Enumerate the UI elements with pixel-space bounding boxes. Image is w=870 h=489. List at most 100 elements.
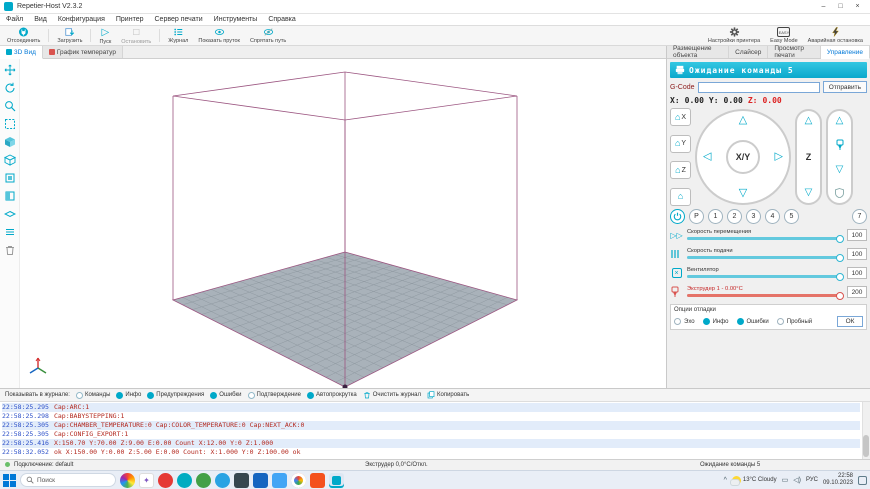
jog-y-plus-button[interactable]: △ xyxy=(739,115,747,126)
copy-log-button[interactable]: Копировать xyxy=(427,391,469,399)
extrude-button[interactable]: ▽ xyxy=(836,165,844,175)
taskbar-app-icon[interactable] xyxy=(234,473,249,488)
tab-3d-view[interactable]: 3D Вид xyxy=(0,46,43,59)
close-button[interactable]: × xyxy=(849,0,866,13)
z-up-button[interactable]: △ xyxy=(805,116,813,126)
printer-settings-button[interactable]: Настройки принтера xyxy=(703,26,765,45)
taskbar-app-icon[interactable] xyxy=(310,473,325,488)
tab-slicer[interactable]: Слайсер xyxy=(729,46,768,58)
side-view-button[interactable] xyxy=(2,188,17,203)
start-button[interactable]: ▷ Пуск xyxy=(94,26,116,45)
send-button[interactable]: Отправить xyxy=(823,81,867,93)
volume-icon[interactable]: ◁) xyxy=(793,476,801,484)
menu-view[interactable]: Вид xyxy=(34,16,47,23)
log-toggle-button[interactable]: Журнал xyxy=(163,26,193,45)
gcode-input[interactable] xyxy=(698,82,820,93)
filter-commands[interactable]: Команды xyxy=(76,392,110,399)
show-filament-button[interactable]: Показать пруток xyxy=(193,26,245,45)
menu-file[interactable]: Файл xyxy=(6,16,23,23)
layers-button[interactable] xyxy=(2,224,17,239)
taskbar-app-icon[interactable] xyxy=(215,473,230,488)
home-x-button[interactable]: ⌂X xyxy=(670,108,691,126)
travel-speed-value[interactable]: 100 xyxy=(847,229,867,241)
extruder-temp-slider[interactable] xyxy=(687,294,843,297)
start-button[interactable] xyxy=(3,474,16,487)
filter-errors[interactable]: Ошибки xyxy=(210,392,241,399)
filter-autoscroll[interactable]: Автопрокрутка xyxy=(307,392,357,399)
quick-button-1[interactable]: 1 xyxy=(708,209,723,224)
flow-rate-slider[interactable] xyxy=(687,256,843,259)
retract-button[interactable]: △ xyxy=(836,116,844,126)
info-toggle[interactable] xyxy=(703,318,710,325)
taskbar-app-icon[interactable] xyxy=(253,473,268,488)
scrollbar-thumb[interactable] xyxy=(863,435,869,457)
taskbar-app-icon[interactable] xyxy=(158,473,173,488)
taskbar-app-icon[interactable] xyxy=(196,473,211,488)
slider-knob[interactable] xyxy=(836,292,844,300)
taskbar-app-icon[interactable] xyxy=(272,473,287,488)
jog-x-minus-button[interactable]: ◁ xyxy=(703,152,711,163)
tab-object-placement[interactable]: Размещение объекта xyxy=(667,46,729,58)
emergency-stop-button[interactable]: Аварийная остановка xyxy=(803,26,868,45)
top-view-button[interactable] xyxy=(2,152,17,167)
z-down-button[interactable]: ▽ xyxy=(805,188,813,198)
move-view-button[interactable] xyxy=(2,62,17,77)
home-z-button[interactable]: ⌂Z xyxy=(670,161,691,179)
viewport-3d[interactable] xyxy=(0,59,666,388)
hide-travel-button[interactable]: Спрятать путь xyxy=(245,26,291,45)
jog-x-plus-button[interactable]: ▷ xyxy=(775,152,783,163)
tray-expand-chevron[interactable]: ^ xyxy=(724,477,727,484)
load-button[interactable]: Загрузить xyxy=(52,26,87,45)
dry-run-toggle[interactable] xyxy=(777,318,784,325)
ok-button[interactable]: ОК xyxy=(837,316,863,327)
taskbar-app-repetier[interactable] xyxy=(329,473,344,488)
stop-button[interactable]: □ Остановить xyxy=(116,26,156,45)
menu-printer[interactable]: Принтер xyxy=(116,16,144,23)
taskbar-app-icon[interactable] xyxy=(291,473,306,488)
tab-print-preview[interactable]: Просмотр печати xyxy=(768,46,821,58)
quick-button-2[interactable]: 2 xyxy=(727,209,742,224)
quick-button-4[interactable]: 4 xyxy=(765,209,780,224)
quick-button-7[interactable]: 7 xyxy=(852,209,867,224)
home-all-button[interactable]: ⌂ xyxy=(670,188,691,206)
language-indicator[interactable]: РУС xyxy=(806,477,818,483)
easy-mode-button[interactable]: EASY Easy Mode xyxy=(765,26,803,45)
slider-knob[interactable] xyxy=(836,235,844,243)
clear-log-button[interactable]: Очистить журнал xyxy=(363,391,421,399)
front-view-button[interactable] xyxy=(2,170,17,185)
quick-button-3[interactable]: 3 xyxy=(746,209,761,224)
tab-temperature-graph[interactable]: График температур xyxy=(43,46,123,58)
menu-help[interactable]: Справка xyxy=(268,16,295,23)
bed-view-button[interactable] xyxy=(2,206,17,221)
fit-view-button[interactable] xyxy=(2,116,17,131)
taskbar-app-icon[interactable] xyxy=(177,473,192,488)
fan-slider[interactable] xyxy=(687,275,843,278)
park-button[interactable]: P xyxy=(689,209,704,224)
menu-config[interactable]: Конфигурация xyxy=(58,16,105,23)
tab-manual-control[interactable]: Управление xyxy=(821,46,870,59)
menu-tools[interactable]: Инструменты xyxy=(214,16,258,23)
delete-object-button[interactable] xyxy=(2,242,17,257)
taskbar-search[interactable]: Поиск xyxy=(20,473,116,487)
fan-value[interactable]: 100 xyxy=(847,267,867,279)
slider-knob[interactable] xyxy=(836,273,844,281)
clock[interactable]: 22:58 09.10.2023 xyxy=(823,473,853,488)
weather-widget[interactable]: 13°C Cloudy xyxy=(732,476,777,485)
jog-y-minus-button[interactable]: ▽ xyxy=(739,188,747,199)
disconnect-button[interactable]: Отсоединить xyxy=(2,26,45,45)
taskbar-app-icon[interactable] xyxy=(120,473,135,488)
travel-speed-slider[interactable] xyxy=(687,237,843,240)
filter-warnings[interactable]: Предупреждения xyxy=(147,392,204,399)
filter-ack[interactable]: Подтверждение xyxy=(248,392,301,399)
extruder-temp-value[interactable]: 200 xyxy=(847,286,867,298)
zoom-button[interactable] xyxy=(2,98,17,113)
maximize-button[interactable]: □ xyxy=(832,0,849,13)
flow-rate-value[interactable]: 100 xyxy=(847,248,867,260)
log-scrollbar[interactable] xyxy=(862,402,870,459)
rotate-view-button[interactable] xyxy=(2,80,17,95)
echo-toggle[interactable] xyxy=(674,318,681,325)
slider-knob[interactable] xyxy=(836,254,844,262)
home-y-button[interactable]: ⌂Y xyxy=(670,135,691,153)
taskbar-app-icon[interactable]: ✦ xyxy=(139,473,154,488)
isometric-view-button[interactable] xyxy=(2,134,17,149)
